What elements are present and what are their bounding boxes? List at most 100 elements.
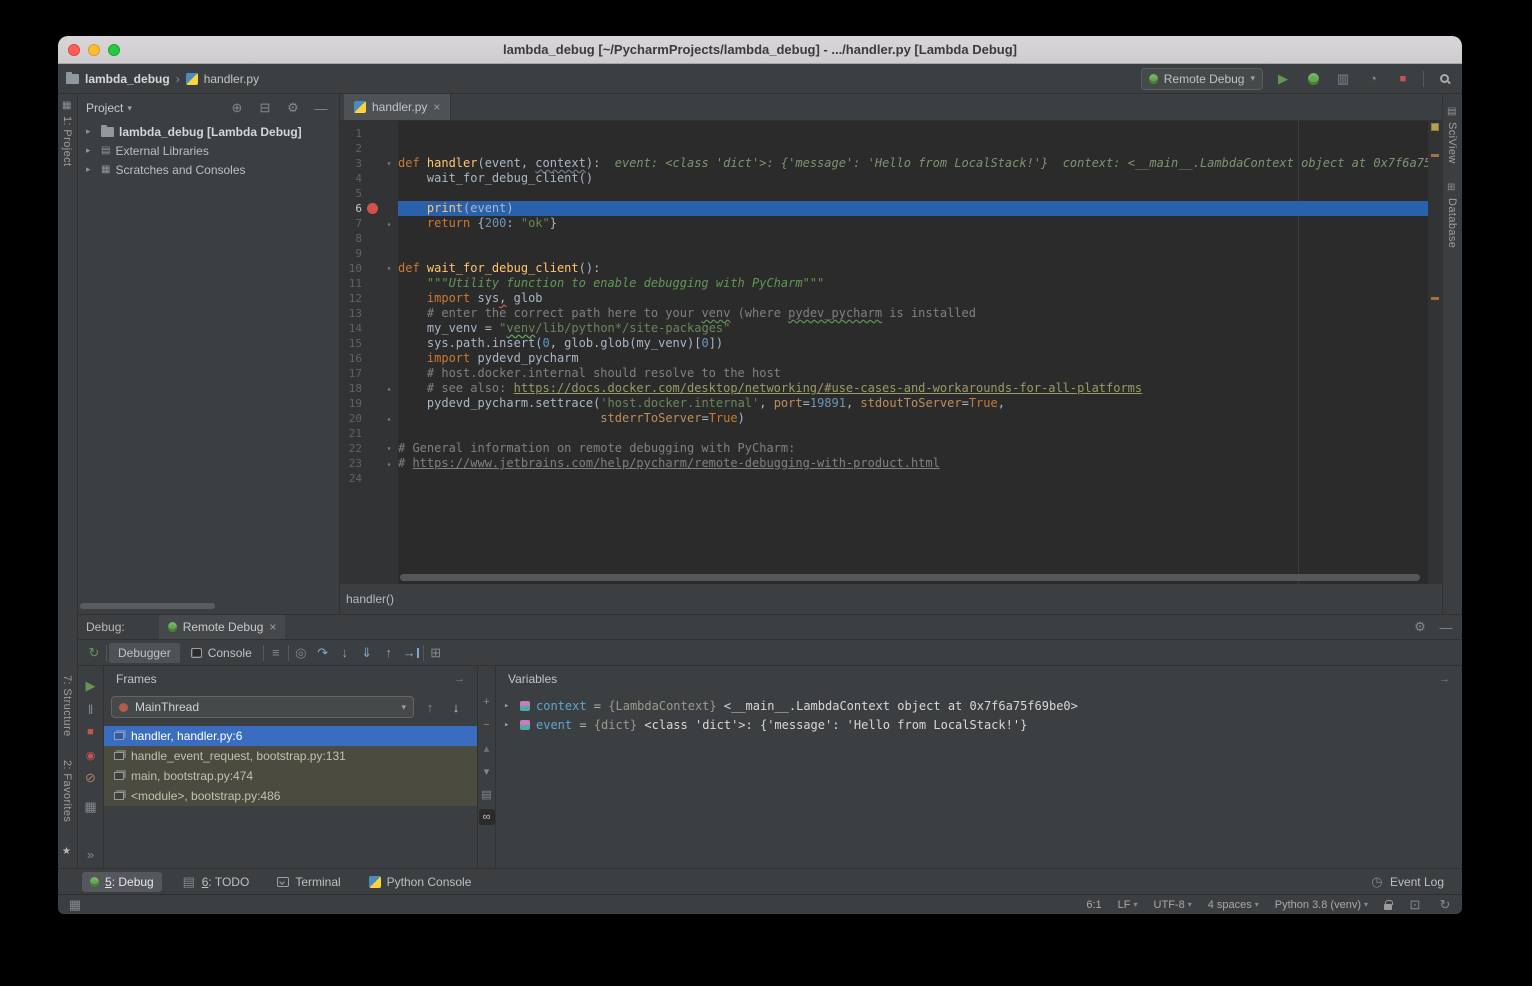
- rerun-button[interactable]: ↻: [84, 643, 104, 663]
- close-icon[interactable]: ×: [433, 100, 440, 114]
- gutter-row[interactable]: 6: [340, 201, 398, 216]
- editor-gutter[interactable]: 123▾4567▴8910▾1112131415161718▴1920▴2122…: [340, 121, 398, 584]
- layout-settings-icon[interactable]: ≡: [266, 643, 286, 663]
- interpreter-selector[interactable]: Python 3.8 (venv)▾: [1275, 899, 1368, 911]
- frame-row[interactable]: <module>, bootstrap.py:486: [104, 786, 477, 806]
- line-ending-selector[interactable]: LF▾: [1118, 899, 1138, 911]
- gutter-row[interactable]: 24: [340, 471, 398, 486]
- editor-code[interactable]: def handler(event, context): event: <cla…: [398, 121, 1428, 584]
- gutter-row[interactable]: 11: [340, 276, 398, 291]
- tool-button-todo[interactable]: ▤ 6: TODO: [174, 872, 258, 892]
- frame-row[interactable]: handler, handler.py:6: [104, 726, 477, 746]
- previous-frame-button[interactable]: ↑: [420, 697, 440, 717]
- tree-item-scratches[interactable]: ▸ ▦ Scratches and Consoles: [78, 160, 339, 179]
- gutter-row[interactable]: 1: [340, 126, 398, 141]
- breadcrumb-file[interactable]: handler.py: [204, 72, 259, 86]
- tree-item-external-libraries[interactable]: ▸ ▤ External Libraries: [78, 141, 339, 160]
- close-window-button[interactable]: [68, 44, 80, 56]
- collapse-all-button[interactable]: ⊟: [255, 98, 275, 118]
- fold-marker-icon[interactable]: ▾: [382, 441, 396, 456]
- tab-debugger[interactable]: Debugger: [109, 643, 180, 663]
- mute-breakpoints-button[interactable]: ⊘: [81, 768, 101, 788]
- horizontal-scrollbar[interactable]: [400, 574, 1420, 581]
- step-over-button[interactable]: ↷: [313, 643, 333, 663]
- gear-icon[interactable]: ⚙: [283, 98, 303, 118]
- gutter-row[interactable]: 20▴: [340, 411, 398, 426]
- fold-marker-icon[interactable]: ▴: [382, 456, 396, 471]
- gear-icon[interactable]: ⚙: [1410, 617, 1430, 637]
- move-up-button[interactable]: ▴: [479, 740, 495, 756]
- fold-marker-icon[interactable]: ▾: [382, 156, 396, 171]
- force-step-into-button[interactable]: ⇓: [357, 643, 377, 663]
- debug-button[interactable]: [1303, 69, 1323, 89]
- stripe-button-structure[interactable]: 7: Structure: [61, 675, 73, 737]
- next-frame-button[interactable]: ↓: [446, 697, 466, 717]
- gutter-row[interactable]: 7▴: [340, 216, 398, 231]
- tool-button-terminal[interactable]: Terminal: [269, 872, 348, 892]
- gutter-row[interactable]: 10▾: [340, 261, 398, 276]
- step-out-button[interactable]: ↑: [379, 643, 399, 663]
- fold-marker-icon[interactable]: ▴: [382, 381, 396, 396]
- fold-marker-icon[interactable]: ▾: [382, 261, 396, 276]
- breadcrumb-project[interactable]: lambda_debug: [85, 72, 170, 86]
- stripe-button-favorites[interactable]: 2: Favorites: [61, 760, 73, 822]
- locate-file-button[interactable]: ⊕: [227, 98, 247, 118]
- gutter-row[interactable]: 16: [340, 351, 398, 366]
- hide-panel-button[interactable]: —: [311, 98, 331, 118]
- run-button[interactable]: ▶: [1273, 69, 1293, 89]
- hide-panel-button[interactable]: —: [1436, 617, 1456, 637]
- lock-icon[interactable]: [1384, 904, 1392, 910]
- variable-row[interactable]: ▸ event = {dict} <class 'dict'>: {'messa…: [496, 715, 1462, 734]
- fold-marker-icon[interactable]: ▴: [382, 411, 396, 426]
- move-down-button[interactable]: ▾: [479, 763, 495, 779]
- duplicate-watch-button[interactable]: ▤: [479, 786, 495, 802]
- gutter-row[interactable]: 21: [340, 426, 398, 441]
- encoding-selector[interactable]: UTF-8▾: [1154, 899, 1192, 911]
- tree-item-project-root[interactable]: ▸ lambda_debug [Lambda Debug]: [78, 122, 339, 141]
- warning-stripe-mark[interactable]: [1431, 154, 1439, 157]
- pin-icon[interactable]: →: [454, 673, 465, 685]
- tool-button-debug[interactable]: 5: Debug: [82, 872, 162, 892]
- run-to-cursor-button[interactable]: →: [401, 643, 421, 663]
- warning-stripe-mark[interactable]: [1431, 297, 1439, 300]
- editor-tab-handler[interactable]: handler.py ×: [344, 94, 451, 120]
- tab-console[interactable]: Console: [182, 643, 261, 663]
- restore-layout-button[interactable]: ▦: [81, 797, 101, 817]
- gutter-row[interactable]: 17: [340, 366, 398, 381]
- gutter-row[interactable]: 15: [340, 336, 398, 351]
- caret-position[interactable]: 6:1: [1086, 899, 1101, 911]
- zoom-window-button[interactable]: [108, 44, 120, 56]
- gutter-row[interactable]: 19: [340, 396, 398, 411]
- step-into-button[interactable]: ↓: [335, 643, 355, 663]
- gutter-row[interactable]: 4: [340, 171, 398, 186]
- expand-chevron-icon[interactable]: ▸: [504, 720, 520, 730]
- breakpoint-dot[interactable]: [367, 203, 378, 214]
- coverage-button[interactable]: ▥: [1333, 69, 1353, 89]
- expand-chevron-icon[interactable]: ▸: [504, 701, 520, 711]
- gutter-row[interactable]: 2: [340, 141, 398, 156]
- evaluate-infinity-button[interactable]: ∞: [479, 809, 495, 825]
- frame-row[interactable]: handle_event_request, bootstrap.py:131: [104, 746, 477, 766]
- indent-selector[interactable]: 4 spaces▾: [1208, 899, 1259, 911]
- tool-window-switcher-icon[interactable]: ▦: [68, 895, 82, 915]
- run-config-selector[interactable]: Remote Debug ▾: [1141, 68, 1263, 90]
- pin-icon[interactable]: →: [1439, 673, 1450, 685]
- error-stripe[interactable]: [1428, 121, 1442, 584]
- gutter-row[interactable]: 14: [340, 321, 398, 336]
- stripe-button-database[interactable]: Database: [1446, 198, 1458, 248]
- evaluate-expression-button[interactable]: ⊞: [426, 643, 446, 663]
- gutter-row[interactable]: 22▾: [340, 441, 398, 456]
- gutter-row[interactable]: 18▴: [340, 381, 398, 396]
- minimize-window-button[interactable]: [88, 44, 100, 56]
- frame-row[interactable]: main, bootstrap.py:474: [104, 766, 477, 786]
- stripe-button-sciview[interactable]: SciView: [1446, 122, 1458, 164]
- tool-button-python-console[interactable]: Python Console: [361, 872, 480, 892]
- more-icon[interactable]: »: [81, 844, 101, 864]
- profiler-button[interactable]: ◔: [1363, 69, 1383, 89]
- variable-row[interactable]: ▸ context = {LambdaContext} <__main__.La…: [496, 696, 1462, 715]
- view-breakpoints-button[interactable]: ◉: [81, 745, 101, 765]
- sync-icon[interactable]: ↻: [1438, 895, 1452, 915]
- stop-button[interactable]: ■: [81, 722, 101, 742]
- stripe-button-project[interactable]: 1: Project: [61, 116, 73, 166]
- remove-watch-button[interactable]: −: [479, 717, 495, 733]
